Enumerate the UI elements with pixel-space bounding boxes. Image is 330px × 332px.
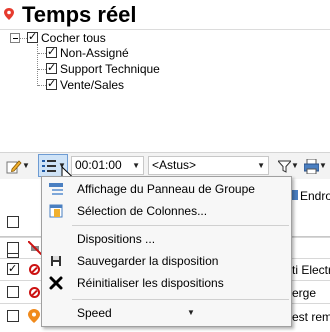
tree-connector: [20, 38, 27, 39]
tree-connector: [38, 69, 46, 70]
tree-label-non-assigne: Non-Assigné: [60, 46, 129, 60]
chevron-down-icon: ▼: [187, 308, 195, 317]
edit-button[interactable]: ▼: [6, 156, 34, 176]
row-checkbox[interactable]: [7, 286, 19, 298]
menu-item-label: Dispositions ...: [77, 232, 156, 246]
row-checkbox[interactable]: [7, 310, 19, 322]
row-checkbox[interactable]: [7, 242, 19, 254]
location-pin-icon: [28, 309, 40, 323]
window-title: Temps réel: [22, 2, 137, 27]
reset-x-icon: [49, 276, 63, 290]
tree-collapse-toggle[interactable]: [10, 33, 20, 43]
menu-item-label: Speed: [77, 306, 112, 320]
funnel-icon: [278, 160, 291, 173]
row-checkbox[interactable]: [7, 262, 19, 275]
menu-item-layouts[interactable]: Dispositions ...: [43, 228, 290, 250]
menu-item-reset-layouts[interactable]: Réinitialiser les dispositions: [43, 272, 290, 294]
column-chooser-icon: [49, 204, 63, 218]
menu-separator: [72, 225, 289, 226]
menu-item-label: Sélection de Colonnes...: [77, 204, 208, 218]
tree-connector: [37, 44, 38, 86]
column-header-label: Endro: [300, 189, 330, 203]
layout-context-menu: Affichage du Panneau de Groupe Sélection…: [41, 176, 292, 327]
grid-header-cell: Endro: [290, 189, 330, 203]
group-panel-icon: [49, 183, 63, 195]
tree-label-support: Support Technique: [60, 62, 160, 76]
menu-item-group-panel[interactable]: Affichage du Panneau de Groupe: [43, 178, 290, 200]
row-cell-text: est remo: [292, 310, 330, 324]
chevron-down-icon: ▼: [22, 161, 30, 170]
row-cell-text: erge: [292, 286, 317, 300]
print-button[interactable]: ▼: [304, 156, 328, 176]
title-bar: Temps réel: [0, 0, 330, 30]
menu-item-speed[interactable]: Speed ▼: [43, 302, 290, 324]
row-status-icon: [27, 240, 43, 256]
tree-checkbox-non-assigne[interactable]: [46, 45, 57, 58]
stop-icon: [29, 287, 40, 298]
list-icon: [42, 159, 56, 172]
tree-connector: [38, 53, 46, 54]
filter-button[interactable]: ▼: [278, 156, 300, 176]
tree-checkbox-support[interactable]: [46, 61, 57, 74]
chevron-down-icon: ▼: [132, 161, 140, 170]
tree-connector: [38, 85, 46, 86]
edit-pencil-icon: [6, 160, 22, 174]
menu-item-label: Affichage du Panneau de Groupe: [77, 182, 255, 196]
row-cell-text: ti Electro: [292, 263, 330, 277]
chevron-down-icon: ▼: [291, 161, 299, 170]
menu-item-label: Réinitialiser les dispositions: [77, 276, 224, 290]
menu-item-save-layout[interactable]: Sauvegarder la disposition: [43, 250, 290, 272]
save-icon: [51, 256, 61, 266]
filter-select[interactable]: <Astus> ▼: [148, 156, 269, 175]
printer-icon: [304, 158, 319, 174]
tree-label-vente: Vente/Sales: [60, 78, 125, 92]
filter-value: <Astus>: [152, 158, 197, 172]
interval-field[interactable]: 00:01:00 ▼: [71, 156, 144, 175]
menu-separator: [72, 299, 289, 300]
menu-item-label: Sauvegarder la disposition: [77, 254, 219, 268]
location-pin-icon: [4, 8, 14, 20]
tree-checkbox-vente[interactable]: [46, 77, 57, 90]
tree-label-all: Cocher tous: [41, 31, 106, 45]
chevron-down-icon: ▼: [257, 161, 265, 170]
stop-icon: [29, 264, 40, 275]
vehicle-status-icon: [27, 240, 43, 256]
tree-checkbox-all[interactable]: [27, 30, 38, 43]
select-all-checkbox[interactable]: [7, 216, 19, 228]
interval-value: 00:01:00: [75, 158, 122, 172]
chevron-down-icon: ▼: [319, 161, 327, 170]
menu-item-column-chooser[interactable]: Sélection de Colonnes...: [43, 200, 290, 222]
